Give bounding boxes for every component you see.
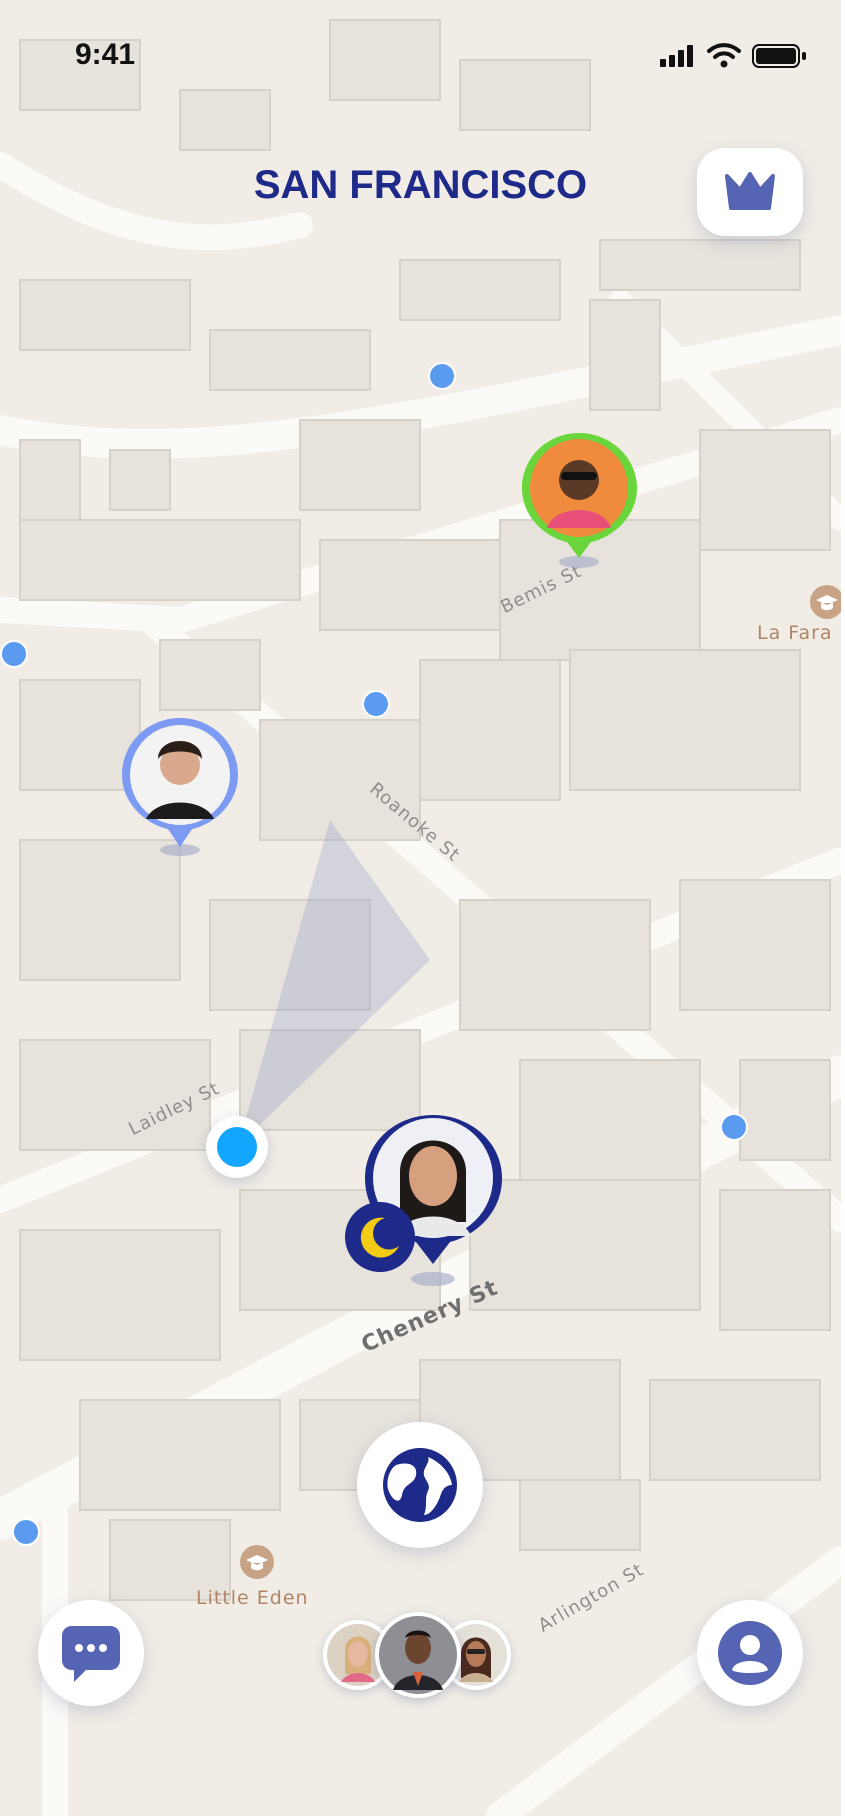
bus-icon[interactable] [428,362,456,390]
status-time: 9:41 [75,38,136,71]
graduation-cap-icon[interactable] [810,585,841,619]
friend-pin-online[interactable] [517,430,642,575]
avatar [375,1612,461,1698]
wifi-icon [707,42,741,73]
cellular-signal-icon [660,45,696,72]
chat-button[interactable] [38,1600,144,1706]
crown-icon [723,170,777,217]
nearby-people-stack[interactable] [323,1612,513,1698]
graduation-cap-icon[interactable] [240,1545,274,1579]
bus-icon[interactable] [720,1113,748,1141]
battery-icon [752,44,808,73]
moon-icon [345,1202,415,1272]
chat-bubble-icon [60,1624,122,1689]
bus-icon[interactable] [362,690,390,718]
bus-icon[interactable] [12,1518,40,1546]
my-location-marker[interactable] [206,1116,268,1178]
profile-button[interactable] [697,1600,803,1706]
bus-icon[interactable] [0,640,28,668]
premium-button[interactable] [697,148,803,236]
map-screen: Bemis St Roanoke St Laidley St Chenery S… [0,0,841,1816]
poi-label-little-eden[interactable]: Little Eden [196,1587,309,1609]
friend-pin[interactable] [116,715,244,860]
explore-button[interactable] [357,1422,483,1548]
poi-label-la-fara[interactable]: La Fara [757,622,833,644]
user-icon [717,1620,783,1691]
friend-pin-away[interactable] [340,1112,515,1292]
globe-icon [380,1445,460,1530]
